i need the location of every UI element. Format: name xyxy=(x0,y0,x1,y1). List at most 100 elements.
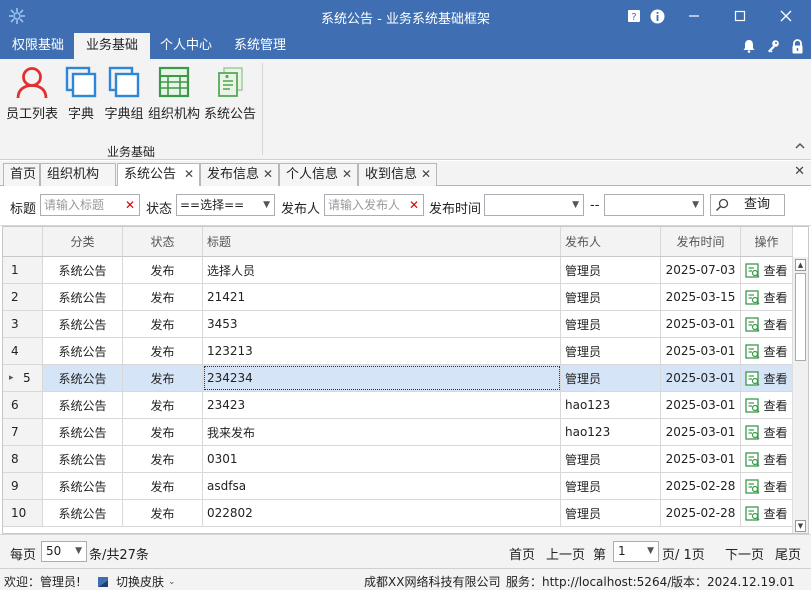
table-row[interactable]: 7 系统公告 发布 我来发布 hao123 2025-03-01 查看 xyxy=(3,419,793,446)
view-action-button[interactable]: 查看 xyxy=(741,446,793,472)
view-action-button[interactable]: 查看 xyxy=(741,257,793,283)
chevron-up-icon[interactable] xyxy=(795,139,805,153)
view-icon xyxy=(745,478,760,494)
scroll-down-icon[interactable]: ▼ xyxy=(795,520,806,532)
version-text: 版本：2024.12.19.01 xyxy=(671,575,795,589)
status-filter-select[interactable]: ==选择== ▼ xyxy=(176,194,275,216)
clear-icon[interactable]: ✕ xyxy=(409,195,419,215)
title-filter-input[interactable]: 请输入标题 ✕ xyxy=(40,194,140,216)
key-icon[interactable] xyxy=(765,37,781,55)
category-cell: 系统公告 xyxy=(43,419,123,445)
publisher-cell: 管理员 xyxy=(561,500,661,526)
view-action-button[interactable]: 查看 xyxy=(741,419,793,445)
view-icon xyxy=(745,289,760,305)
time-to-select[interactable]: ▼ xyxy=(604,194,704,216)
close-tab-icon[interactable]: ✕ xyxy=(184,164,194,185)
view-action-button[interactable]: 查看 xyxy=(741,500,793,526)
table-row[interactable]: 3 系统公告 发布 3453 管理员 2025-03-01 查看 xyxy=(3,311,793,338)
category-cell-text: 系统公告 xyxy=(58,479,107,494)
row-number-text: 8 xyxy=(11,452,19,466)
query-button[interactable]: 查询 xyxy=(710,194,785,216)
publish-time-cell-text: 2025-02-28 xyxy=(665,506,736,520)
category-cell-text: 系统公告 xyxy=(58,317,107,332)
column-header-action[interactable]: 操作 xyxy=(741,227,793,256)
title-cell: 0301 xyxy=(203,446,561,472)
tab-publish-info[interactable]: 发布信息 ✕ xyxy=(200,163,279,186)
table-row[interactable]: ▸ 5 系统公告 发布 234234 管理员 2025-03-01 查看 xyxy=(3,365,793,392)
menu-permission[interactable]: 权限基础 xyxy=(0,33,76,59)
view-action-button[interactable]: 查看 xyxy=(741,365,793,391)
close-tab-icon[interactable]: ✕ xyxy=(342,164,352,185)
tab-personal-info[interactable]: 个人信息 ✕ xyxy=(279,163,358,186)
ribbon-dictionary-button[interactable]: 字典 xyxy=(64,65,98,127)
skin-icon xyxy=(98,576,108,587)
ribbon-employee-list-button[interactable]: 员工列表 xyxy=(6,65,58,127)
close-button[interactable] xyxy=(776,6,796,26)
help-doc-icon[interactable]: ? xyxy=(624,6,644,26)
time-from-select[interactable]: ▼ xyxy=(484,194,584,216)
tab-home[interactable]: 首页 xyxy=(3,163,40,186)
column-header-title[interactable]: 标题 xyxy=(203,227,561,256)
bell-icon[interactable] xyxy=(741,37,757,55)
table-row[interactable]: 9 系统公告 发布 asdfsa 管理员 2025-02-28 查看 xyxy=(3,473,793,500)
tab-received-info[interactable]: 收到信息 ✕ xyxy=(358,163,437,186)
view-action-button[interactable]: 查看 xyxy=(741,284,793,310)
tab-announcement[interactable]: 系统公告 ✕ xyxy=(117,163,200,187)
search-icon xyxy=(715,198,729,212)
title-cell-text: 21421 xyxy=(207,290,246,304)
info-icon[interactable] xyxy=(647,6,667,26)
ribbon-organization-button[interactable]: 组织机构 xyxy=(148,65,200,127)
publish-time-cell-text: 2025-03-01 xyxy=(665,398,736,412)
ribbon-dictionary-group-button[interactable]: 字典组 xyxy=(104,65,144,127)
category-cell: 系统公告 xyxy=(43,500,123,526)
maximize-button[interactable] xyxy=(730,6,750,26)
view-icon xyxy=(745,424,760,440)
title-cell: 123213 xyxy=(203,338,561,364)
column-header-status[interactable]: 状态 xyxy=(123,227,203,256)
per-page-select[interactable]: 50 ▼ xyxy=(41,541,87,562)
view-action-button[interactable]: 查看 xyxy=(741,473,793,499)
ribbon-announcement-button[interactable]: 系统公告 xyxy=(204,65,256,127)
table-row[interactable]: 4 系统公告 发布 123213 管理员 2025-03-01 查看 xyxy=(3,338,793,365)
menu-business[interactable]: 业务基础 xyxy=(74,33,151,59)
scroll-thumb[interactable] xyxy=(795,273,806,361)
table-row[interactable]: 2 系统公告 发布 21421 管理员 2025-03-15 查看 xyxy=(3,284,793,311)
scroll-up-icon[interactable]: ▲ xyxy=(795,259,806,271)
close-all-tabs-icon[interactable]: ✕ xyxy=(794,164,805,179)
column-header-publish-time[interactable]: 发布时间 xyxy=(661,227,741,256)
view-action-button[interactable]: 查看 xyxy=(741,392,793,418)
first-page-link[interactable]: 首页 xyxy=(509,544,535,563)
last-page-link[interactable]: 尾页 xyxy=(775,544,801,563)
view-action-button[interactable]: 查看 xyxy=(741,311,793,337)
service-url: 服务：http://localhost:5264/ xyxy=(506,575,672,589)
table-row[interactable]: 6 系统公告 发布 23423 hao123 2025-03-01 查看 xyxy=(3,392,793,419)
menu-personal[interactable]: 个人中心 xyxy=(148,33,224,59)
clear-icon[interactable]: ✕ xyxy=(125,195,135,215)
title-cell-text: 选择人员 xyxy=(207,263,256,278)
view-action-button[interactable]: 查看 xyxy=(741,338,793,364)
switch-skin-button[interactable]: 切换皮肤 ⌄ xyxy=(96,573,176,590)
status-cell: 发布 xyxy=(123,500,203,526)
prev-page-link[interactable]: 上一页 xyxy=(546,544,585,563)
vertical-scrollbar[interactable]: ▲ ▼ xyxy=(792,257,808,533)
page-select[interactable]: 1 ▼ xyxy=(613,541,659,562)
ribbon-label: 字典组 xyxy=(104,107,144,122)
lock-icon[interactable] xyxy=(789,37,805,55)
view-label: 查看 xyxy=(763,371,788,386)
close-tab-icon[interactable]: ✕ xyxy=(263,164,273,185)
grid-header: 分类 状态 标题 发布人 发布时间 操作 xyxy=(3,227,793,257)
column-header-category[interactable]: 分类 xyxy=(43,227,123,256)
table-row[interactable]: 10 系统公告 发布 022802 管理员 2025-02-28 查看 xyxy=(3,500,793,527)
menu-system[interactable]: 系统管理 xyxy=(222,33,298,59)
close-tab-icon[interactable]: ✕ xyxy=(421,164,431,185)
table-row[interactable]: 8 系统公告 发布 0301 管理员 2025-03-01 查看 xyxy=(3,446,793,473)
table-row[interactable]: 1 系统公告 发布 选择人员 管理员 2025-07-03 查看 xyxy=(3,257,793,284)
publisher-filter-input[interactable]: 请输入发布人 ✕ xyxy=(324,194,424,216)
minimize-button[interactable] xyxy=(684,6,704,26)
next-page-link[interactable]: 下一页 xyxy=(725,544,764,563)
column-header-publisher[interactable]: 发布人 xyxy=(561,227,661,256)
title-cell-text: 23423 xyxy=(207,398,246,412)
tab-organization[interactable]: 组织机构 xyxy=(40,163,116,186)
publish-time-cell: 2025-03-15 xyxy=(661,284,741,310)
chevron-down-icon: ▼ xyxy=(75,546,82,556)
